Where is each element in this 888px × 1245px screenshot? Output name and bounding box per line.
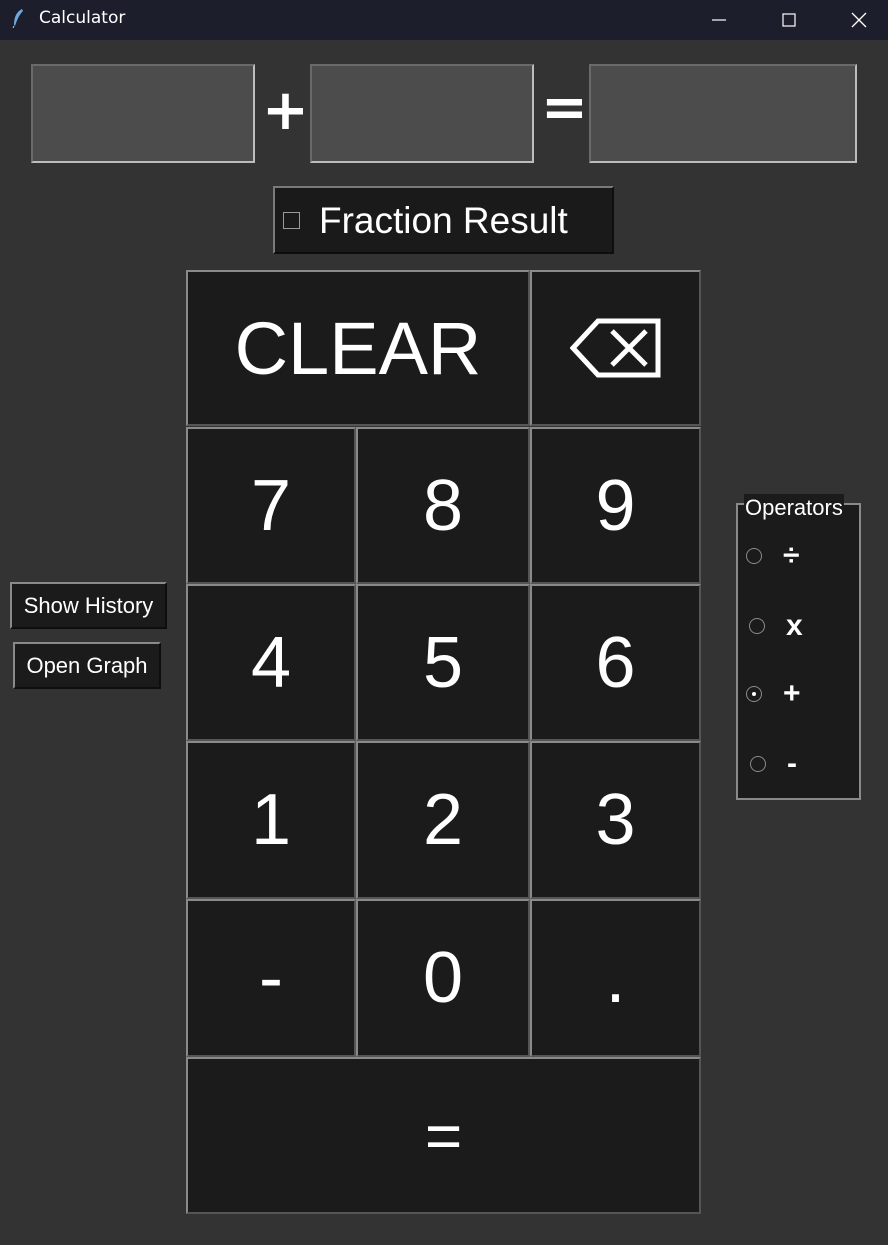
checkbox-square[interactable] [283, 212, 300, 229]
operator-radio-divide[interactable]: ÷ [746, 541, 799, 571]
operand-b-input[interactable] [310, 64, 534, 163]
key-5[interactable]: 5 [356, 584, 530, 741]
radio-button[interactable] [746, 548, 762, 564]
key-4[interactable]: 4 [186, 584, 356, 741]
key-1[interactable]: 1 [186, 741, 356, 899]
negative-button[interactable]: - [186, 899, 356, 1057]
operators-legend: Operators [744, 494, 844, 522]
radio-label-divide: ÷ [783, 539, 800, 572]
backspace-button[interactable] [530, 270, 701, 426]
operand-a-input[interactable] [31, 64, 255, 163]
fraction-result-checkbox[interactable]: Fraction Result [273, 186, 614, 254]
operator-display: + [262, 78, 309, 143]
key-0[interactable]: 0 [356, 899, 530, 1057]
title-bar: Calculator [0, 0, 888, 40]
key-3[interactable]: 3 [530, 741, 701, 899]
radio-button[interactable] [750, 756, 766, 772]
radio-label-subtract: - [787, 747, 797, 780]
key-2[interactable]: 2 [356, 741, 530, 899]
fraction-result-label: Fraction Result [319, 200, 568, 241]
key-6[interactable]: 6 [530, 584, 701, 741]
key-7[interactable]: 7 [186, 427, 356, 584]
operator-radio-add[interactable]: + [746, 679, 801, 709]
close-icon [851, 12, 867, 28]
backspace-icon [569, 318, 660, 378]
close-button[interactable] [824, 0, 888, 40]
radio-label-add: + [783, 677, 801, 710]
operator-radio-subtract[interactable]: - [750, 749, 797, 779]
key-8[interactable]: 8 [356, 427, 530, 584]
result-field[interactable] [589, 64, 857, 163]
radio-button[interactable] [749, 618, 765, 634]
radio-button-selected[interactable] [746, 686, 762, 702]
decimal-button[interactable]: . [530, 899, 701, 1057]
equals-sign: = [541, 75, 588, 140]
open-graph-button[interactable]: Open Graph [13, 642, 161, 689]
show-history-button[interactable]: Show History [10, 582, 167, 629]
maximize-button[interactable] [754, 0, 824, 40]
minimize-icon [712, 19, 726, 21]
calculator-window: Calculator + = Fraction Result CLEAR 7 8… [0, 0, 888, 1245]
equals-button[interactable]: = [186, 1057, 701, 1214]
operator-radio-multiply[interactable]: x [749, 611, 803, 641]
maximize-icon [782, 13, 796, 27]
minimize-button[interactable] [684, 0, 754, 40]
window-title: Calculator [39, 8, 126, 28]
radio-label-multiply: x [786, 609, 803, 642]
key-9[interactable]: 9 [530, 427, 701, 584]
feather-icon [12, 9, 23, 28]
clear-button[interactable]: CLEAR [186, 270, 530, 426]
